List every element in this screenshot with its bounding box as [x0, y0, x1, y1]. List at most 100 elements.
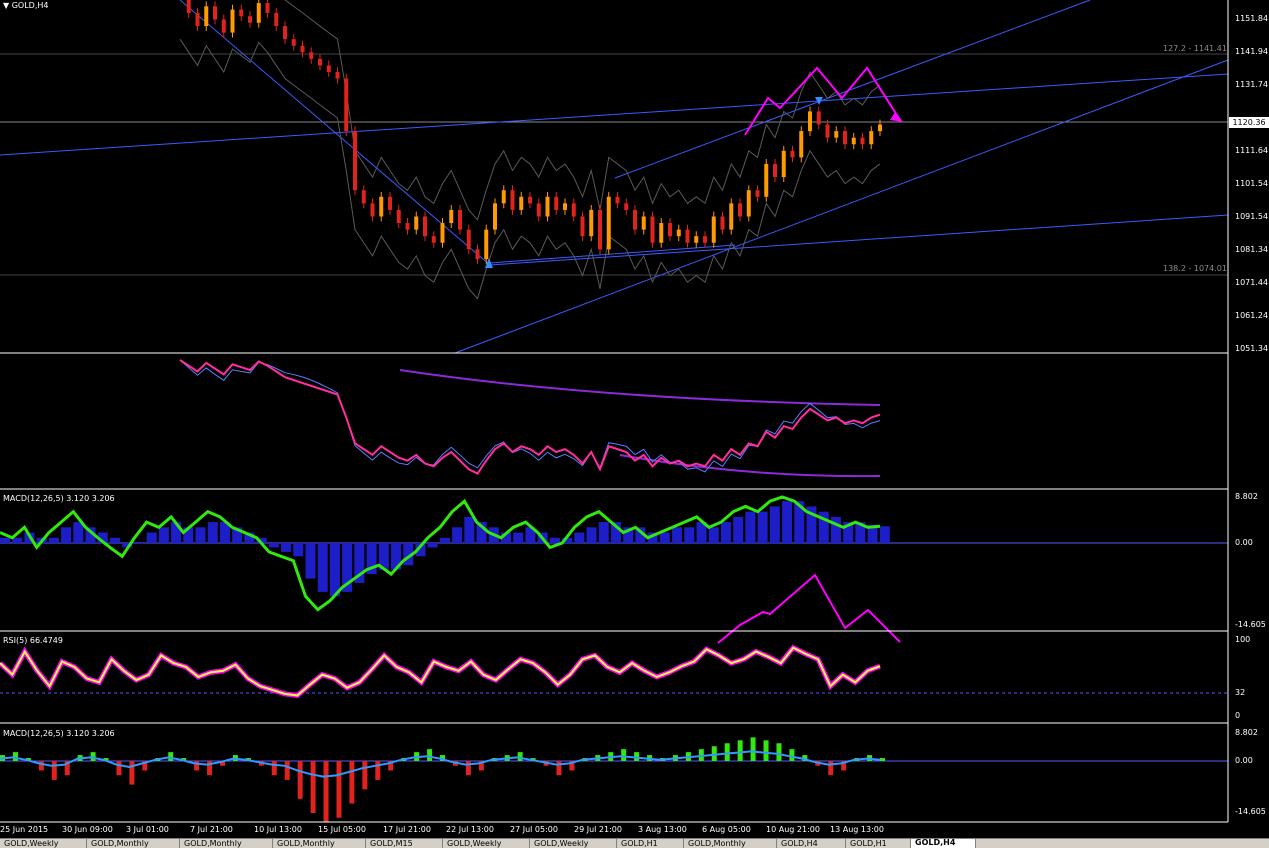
rsi-scale-bottom: 0 [1235, 711, 1241, 720]
candle-body [326, 65, 331, 73]
candle-body [545, 196, 550, 217]
macd2-scale-zero: 0.00 [1235, 756, 1253, 765]
price-tick: 1071.44 [1235, 278, 1269, 287]
rsi-scale-top: 100 [1235, 635, 1251, 644]
candle-body [571, 203, 576, 217]
candle-body [720, 216, 725, 230]
macd-hist-bar [745, 511, 756, 543]
time-tick: 25 Jun 2015 [0, 825, 49, 834]
macd-hist-bar [305, 543, 316, 579]
macd2-hist-bar [750, 737, 756, 761]
candle-body [755, 190, 760, 197]
candle-body [230, 9, 235, 33]
price-tick: 1061.24 [1235, 311, 1269, 320]
macd-hist-bar [109, 537, 120, 543]
symbol-title[interactable]: ▼ GOLD,H4 [3, 1, 48, 11]
macd-hist-bar [549, 537, 560, 543]
macd-hist-bar [146, 532, 157, 543]
candle-body [501, 190, 506, 204]
candle-body [834, 131, 839, 138]
macd2-hist-bar [116, 761, 122, 776]
candle-body [729, 203, 734, 230]
candle-body [239, 9, 244, 17]
current-price-label: 1120.36 [1229, 117, 1269, 128]
rsi-pane[interactable] [0, 644, 1228, 699]
candle-body [396, 209, 401, 224]
trendline [454, 59, 1229, 354]
candle-body [860, 137, 865, 145]
candle-body [536, 203, 541, 217]
macd2-hist-bar [621, 749, 627, 761]
candle-body [799, 131, 804, 158]
macd-hist-bar [879, 526, 890, 543]
candle-body [773, 163, 777, 178]
candle-body [711, 216, 716, 243]
candle-body [379, 196, 384, 217]
macd-hist-bar [12, 537, 23, 543]
candle-body [878, 124, 882, 132]
candle-body [484, 229, 489, 260]
macd2-hist-bar [427, 749, 433, 761]
macd2-hist-bar [336, 761, 342, 818]
macd2-hist-bar [310, 761, 316, 813]
macd-hist-bar [134, 543, 145, 544]
candle-body [256, 3, 261, 23]
price-pane[interactable] [0, 0, 1229, 354]
candle-body [449, 209, 454, 224]
macd-hist-bar [73, 522, 84, 543]
candle-body [746, 190, 751, 217]
candle-body [274, 12, 279, 27]
chart-canvas[interactable] [0, 0, 1269, 847]
macd-hist-bar [293, 543, 304, 557]
macd-label: MACD(12,26,5) 3.120 3.206 [3, 494, 115, 503]
candle-body [414, 216, 419, 230]
candle-body [606, 196, 611, 250]
moving-average-pane[interactable] [179, 359, 881, 478]
macd-scale-zero: 0.00 [1235, 538, 1253, 547]
fibo-upper-label: 127.2 - 1141.41 [1163, 44, 1227, 53]
macd2-hist-bar [271, 761, 277, 776]
macd-hist-bar [0, 537, 10, 543]
price-tick: 1101.54 [1235, 179, 1269, 188]
macd2-scale-bottom: -14.605 [1235, 807, 1266, 816]
candle-body [519, 196, 524, 210]
macd-hist-bar [464, 516, 475, 543]
time-tick: 17 Jul 21:00 [383, 825, 431, 834]
candle-body [580, 216, 585, 237]
candle-body [738, 203, 742, 217]
candle-body [825, 124, 830, 138]
candle-body [440, 223, 445, 243]
candle-body [851, 137, 856, 145]
time-tick: 10 Aug 21:00 [766, 825, 820, 834]
macd2-hist-bar [880, 758, 885, 761]
macd-pattern [717, 573, 901, 644]
macd-hist-bar [720, 522, 731, 543]
candle-body [204, 6, 209, 27]
candle-body [195, 12, 200, 27]
time-tick: 7 Jul 21:00 [190, 825, 233, 834]
candle-body [781, 150, 786, 178]
time-tick: 22 Jul 13:00 [446, 825, 494, 834]
candle-body [598, 209, 602, 250]
macd-hist-bar [207, 522, 218, 543]
macd-hist-bar [769, 506, 780, 543]
macd2-hist-bar [51, 761, 57, 780]
candle-body [676, 229, 681, 237]
macd2-hist-bar [789, 749, 795, 761]
candle-body [816, 111, 821, 125]
candle-body [361, 190, 366, 204]
macd-hist-bar [598, 522, 609, 543]
candle-body [370, 203, 375, 217]
macd-pane[interactable] [0, 495, 1228, 644]
macd-histogram-pane[interactable] [0, 737, 1228, 823]
macd-hist-bar [158, 527, 169, 543]
candle-body [353, 131, 357, 191]
candle-body [528, 196, 532, 204]
time-tick: 3 Jul 01:00 [126, 825, 169, 834]
trendline [0, 73, 1229, 156]
dropdown-triangle-icon[interactable]: ▼ [3, 1, 9, 10]
candle-body [808, 111, 812, 132]
rsi-label: RSI(5) 66.4749 [3, 636, 63, 645]
macd-hist-bar [659, 532, 670, 543]
macd2-hist-bar [763, 740, 769, 761]
